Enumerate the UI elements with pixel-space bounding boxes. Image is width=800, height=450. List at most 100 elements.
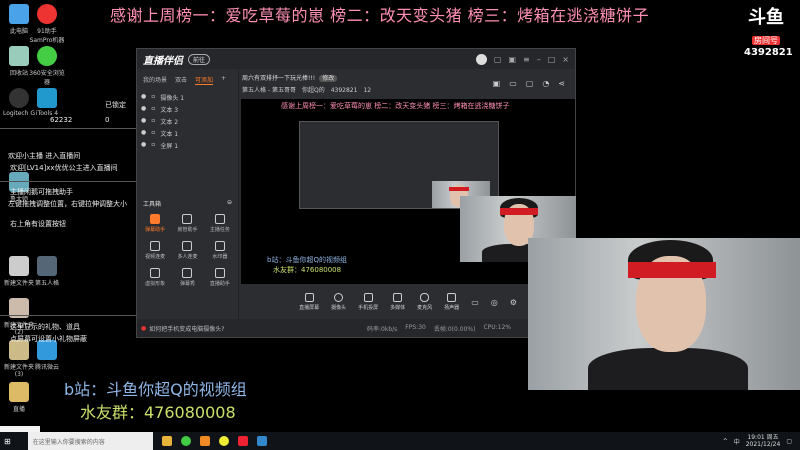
media-button[interactable]: 多媒体 — [390, 293, 405, 311]
lock-icon[interactable]: ▭ — [509, 79, 517, 88]
notification-icon[interactable]: ▢ — [786, 438, 792, 445]
tab-addable[interactable]: 可添加 — [195, 75, 214, 85]
user-avatar[interactable] — [475, 53, 487, 65]
app-icon[interactable] — [218, 436, 229, 446]
tip-icon: ● — [141, 324, 147, 332]
screen-capture-button[interactable]: 直播屏幕 — [299, 293, 319, 311]
eye-icon[interactable]: ◎ — [491, 298, 498, 307]
ime-indicator[interactable]: 中 — [734, 437, 740, 446]
record-icon[interactable]: ▢ — [526, 79, 534, 88]
desktop-icon[interactable]: 91助手 SamPro机器 — [28, 4, 66, 44]
category[interactable]: 第五人格 - 第五哥哥 — [242, 87, 296, 94]
desktop-icon[interactable]: 直播 — [0, 382, 38, 413]
tool-label: 直播助手 — [209, 281, 230, 287]
scene-label: 文本 1 — [160, 131, 179, 138]
menu-icon[interactable]: ≡ — [523, 55, 530, 64]
desktop-icon[interactable]: 第五人格 — [28, 256, 66, 287]
overlay-message: 点屏幕可设置小礼物屏蔽 — [10, 335, 87, 343]
time: 19:01 周五 — [747, 434, 779, 441]
explorer-icon[interactable] — [161, 436, 172, 446]
room-number: 4392821 — [330, 87, 358, 94]
phone-cast-button[interactable]: 手机投屏 — [358, 293, 378, 311]
overlay-message: 主播闲鹅可拖拽助手 — [10, 188, 73, 196]
tool-admin-helper[interactable]: 房管助手 — [171, 214, 203, 233]
lock-icon[interactable]: ▫ — [151, 141, 155, 149]
share-icon[interactable]: ⋖ — [558, 79, 565, 88]
tool-watermark[interactable]: 水印器 — [204, 241, 236, 260]
close-icon[interactable]: × — [562, 55, 569, 64]
icon-label: 回收站 — [9, 70, 28, 77]
bell-icon[interactable]: ◔ — [542, 79, 549, 88]
scene-item[interactable]: ● ▫ 摄像头 1 — [137, 91, 238, 103]
gift-icon[interactable]: ▣ — [493, 79, 501, 88]
scene-item[interactable]: ● ▫ 全屏 1 — [137, 139, 238, 151]
clock[interactable]: 19:01 周五 2021/12/24 — [746, 434, 781, 448]
maximize-icon[interactable]: □ — [548, 55, 556, 64]
eye-icon[interactable]: ● — [141, 129, 146, 137]
desktop-icon[interactable]: iTools 4 — [28, 88, 66, 117]
tool-danmu-show[interactable]: 弹幕秀 — [171, 268, 203, 287]
scene-item[interactable]: ● ▫ 文本 3 — [137, 103, 238, 115]
record-icon[interactable]: ▭ — [471, 298, 479, 307]
app-name: 直播伴侣 — [143, 55, 183, 67]
scene-item[interactable]: ● ▫ 文本 1 — [137, 127, 238, 139]
edit-title-button[interactable]: 修改 — [319, 75, 338, 82]
browser-icon[interactable] — [180, 436, 191, 446]
tool-label: 主播任务 — [209, 227, 230, 233]
tab-double[interactable]: 双击 — [175, 75, 187, 85]
viewer-count: 12 — [363, 87, 372, 94]
lock-icon[interactable]: ▫ — [151, 129, 155, 137]
tab-my-scenes[interactable]: 我的场景 — [143, 75, 167, 85]
add-icon[interactable]: + — [221, 75, 226, 85]
lock-icon[interactable]: ▫ — [151, 117, 155, 125]
preview-bili: b站：斗鱼你超Q的视频组 — [267, 256, 347, 264]
tool-video-link[interactable]: 视频连麦 — [139, 241, 171, 260]
desktop-icon[interactable]: 腾讯微云 — [28, 340, 66, 371]
eye-icon[interactable]: ● — [141, 117, 146, 125]
speaker-button[interactable]: 扬声器 — [444, 293, 459, 311]
cpu: CPU:12% — [483, 323, 511, 331]
tool-tasks[interactable]: 主播任务 — [204, 214, 236, 233]
status-bar: ● 如何把手机变成电脑摄像头? 码率:0kb/s FPS:30 丢帧:0(0.0… — [137, 319, 575, 337]
version-button[interactable]: 前往 — [188, 53, 211, 65]
settings-icon[interactable]: ⚙ — [510, 298, 517, 307]
gift-ranking-banner: 感谢上周榜一：爱吃草莓的崽 榜二：改天变头猪 榜三：烤箱在逃浇糖饼子 — [110, 6, 650, 25]
overlay-likes: 62232 — [50, 116, 73, 124]
desktop-icon[interactable]: 360安全浏览器 — [28, 46, 66, 86]
tool-label: 水印器 — [212, 254, 228, 260]
tool-live-helper[interactable]: 直播助手 — [204, 268, 236, 287]
windows-start-icon[interactable]: ⊞ — [4, 437, 11, 446]
scene-label: 文本 3 — [160, 107, 179, 114]
tray-expand-icon[interactable]: ^ — [723, 438, 728, 445]
lock-icon[interactable]: ▫ — [151, 105, 155, 113]
streamer-name: 你超Q的 — [301, 87, 325, 94]
eye-icon[interactable]: ● — [141, 105, 146, 113]
taskbar-search[interactable]: 在这里输入你要搜索的内容 — [27, 432, 153, 450]
button-label: 扬声器 — [444, 305, 460, 311]
bilibili-text: b站：斗鱼你超Q的视频组 — [64, 380, 247, 399]
tip-link[interactable]: 如何把手机变成电脑摄像头? — [149, 324, 224, 333]
collapse-icon[interactable]: ⊖ — [227, 199, 232, 208]
tool-label: 多人连麦 — [177, 254, 198, 260]
scene-panel: 我的场景 双击 可添加 + ● ▫ 摄像头 1 ● ▫ 文本 3 ● ▫ 文本 2 ● ▫ 文本… — [137, 69, 239, 319]
tool-avatar[interactable]: 虚拟形象 — [139, 268, 171, 287]
minimize-icon[interactable]: – — [537, 55, 541, 64]
logo-mark: 斗鱼 — [748, 7, 784, 28]
overlay-fans: 0 — [105, 116, 110, 124]
dropped-frames: 丢帧:0(0.00%) — [433, 325, 476, 333]
tool-danmu-helper[interactable]: 弹幕助手 — [139, 214, 171, 233]
eye-icon[interactable]: ● — [141, 93, 146, 101]
scene-item[interactable]: ● ▫ 文本 2 — [137, 115, 238, 127]
camera-button[interactable]: 摄像头 — [331, 293, 346, 311]
steam-icon[interactable] — [256, 436, 267, 446]
live-companion-icon[interactable] — [199, 436, 210, 446]
eye-icon[interactable]: ● — [141, 141, 146, 149]
tool-multi-link[interactable]: 多人连麦 — [171, 241, 203, 260]
douyu-icon[interactable] — [237, 436, 248, 446]
scene-label: 摄像头 1 — [160, 95, 185, 102]
skin-icon[interactable]: ▣ — [508, 55, 516, 64]
microphone-button[interactable]: 麦克风 — [417, 293, 432, 311]
lock-icon[interactable]: ▫ — [151, 93, 155, 101]
feedback-icon[interactable]: ▢ — [494, 55, 502, 64]
scene-label: 文本 2 — [160, 119, 179, 126]
